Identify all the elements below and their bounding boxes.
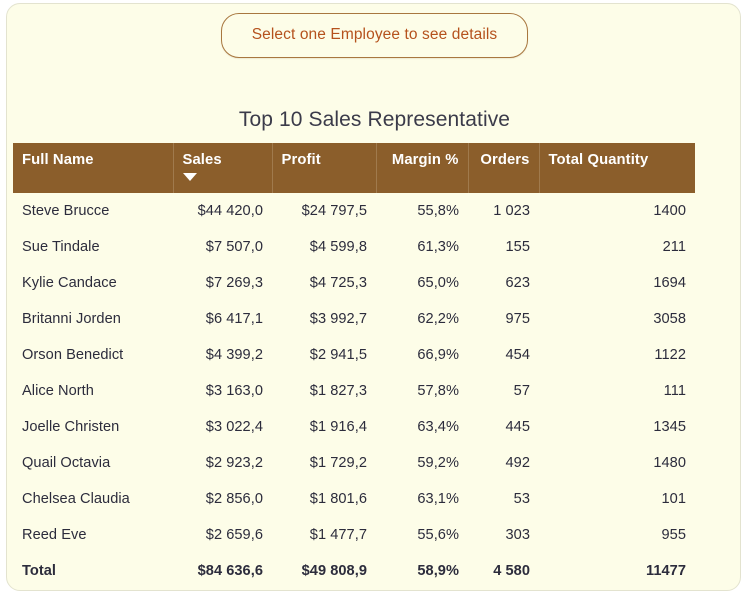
table-header: Full Name Sales Profit Margin % Orders T… xyxy=(13,143,695,193)
cell-full-name: Sue Tindale xyxy=(22,239,100,255)
page-title: Top 10 Sales Representative xyxy=(238,108,511,131)
cell-total-quantity: 101 xyxy=(661,491,686,507)
table-total-row[interactable]: Total $84 636,6 $49 808,9 58,9% 4 580 11477 xyxy=(13,553,695,589)
cell-sales: $2 923,2 xyxy=(205,455,263,471)
cell-margin: 62,2% xyxy=(417,311,459,327)
cell-total-quantity: 1480 xyxy=(653,455,686,471)
cell-sales: $3 163,0 xyxy=(205,383,263,399)
table-row[interactable]: Kylie Candace $7 269,3 $4 725,3 65,0% 623 169… xyxy=(13,265,695,301)
column-header-label: Margin % xyxy=(391,152,459,168)
cell-margin: 63,4% xyxy=(417,419,459,435)
table-row[interactable]: Britanni Jorden $6 417,1 $3 992,7 62,2% 975 3… xyxy=(13,301,695,337)
table-row[interactable]: Alice North $3 163,0 $1 827,3 57,8% 57 111 xyxy=(13,373,695,409)
cell-full-name: Chelsea Claudia xyxy=(22,491,130,507)
cell-margin: 63,1% xyxy=(417,491,459,507)
table-row[interactable]: Chelsea Claudia $2 856,0 $1 801,6 63,1% 53 10… xyxy=(13,481,695,517)
cell-orders: 492 xyxy=(505,455,530,471)
sort-descending-icon xyxy=(182,173,197,181)
table-row[interactable]: Joelle Christen $3 022,4 $1 916,4 63,4% 445 1… xyxy=(13,409,695,445)
column-header-label: Profit xyxy=(281,152,321,168)
cell-profit: $2 941,5 xyxy=(309,347,367,363)
cell-orders: 454 xyxy=(505,347,530,363)
column-header-label: Orders xyxy=(480,152,530,168)
cell-sales: $7 507,0 xyxy=(205,239,263,255)
cell-margin: 55,6% xyxy=(417,527,459,543)
cell-orders: 4 580 xyxy=(493,563,530,579)
cell-profit: $1 916,4 xyxy=(309,419,367,435)
cell-margin: 57,8% xyxy=(417,383,459,399)
cell-profit: $3 992,7 xyxy=(309,311,367,327)
cell-sales: $44 420,0 xyxy=(197,203,263,219)
column-header-label: Sales xyxy=(182,152,222,168)
column-header-label: Full Name xyxy=(22,152,94,168)
cell-margin: 65,0% xyxy=(417,275,459,291)
cell-profit: $1 801,6 xyxy=(309,491,367,507)
cell-margin: 61,3% xyxy=(417,239,459,255)
cell-orders: 303 xyxy=(505,527,530,543)
cell-total-quantity: 3058 xyxy=(653,311,686,327)
cell-total-quantity: 11477 xyxy=(645,563,686,579)
cell-full-name: Kylie Candace xyxy=(22,275,117,291)
table-row[interactable]: Quail Octavia $2 923,2 $1 729,2 59,2% 492 148… xyxy=(13,445,695,481)
sales-representative-table: Full Name Sales Profit Margin % Orders T… xyxy=(13,143,695,589)
cell-sales: $6 417,1 xyxy=(205,311,263,327)
cell-profit: $1 477,7 xyxy=(309,527,367,543)
table-row[interactable]: Reed Eve $2 659,6 $1 477,7 55,6% 303 955 xyxy=(13,517,695,553)
table-body: Steve Brucce $44 420,0 $24 797,5 55,8% 1 023… xyxy=(13,193,695,589)
column-header-margin-percent[interactable]: Margin % xyxy=(376,143,469,193)
cell-profit: $4 599,8 xyxy=(309,239,367,255)
cell-full-name: Reed Eve xyxy=(22,527,87,543)
cell-orders: 155 xyxy=(505,239,530,255)
cell-sales: $2 856,0 xyxy=(205,491,263,507)
cell-margin: 55,8% xyxy=(417,203,459,219)
column-header-orders[interactable]: Orders xyxy=(468,143,540,193)
cell-sales: $4 399,2 xyxy=(205,347,263,363)
prompt-container: Select one Employee to see details xyxy=(7,13,740,58)
cell-sales: $3 022,4 xyxy=(205,419,263,435)
table-header-row: Full Name Sales Profit Margin % Orders T… xyxy=(13,143,695,193)
cell-profit: $49 808,9 xyxy=(301,563,367,579)
table-row[interactable]: Sue Tindale $7 507,0 $4 599,8 61,3% 155 211 xyxy=(13,229,695,265)
cell-total-quantity: 111 xyxy=(663,383,686,399)
cell-margin: 59,2% xyxy=(417,455,459,471)
cell-sales: $7 269,3 xyxy=(205,275,263,291)
cell-orders: 53 xyxy=(513,491,530,507)
cell-profit: $1 729,2 xyxy=(309,455,367,471)
table-row[interactable]: Orson Benedict $4 399,2 $2 941,5 66,9% 454 11… xyxy=(13,337,695,373)
cell-full-name: Steve Brucce xyxy=(22,203,110,219)
cell-margin: 58,9% xyxy=(417,563,459,579)
cell-profit: $1 827,3 xyxy=(309,383,367,399)
cell-profit: $4 725,3 xyxy=(309,275,367,291)
column-header-sales[interactable]: Sales xyxy=(173,143,273,193)
cell-total-quantity: 1694 xyxy=(653,275,686,291)
cell-full-name: Quail Octavia xyxy=(22,455,111,471)
cell-orders: 445 xyxy=(505,419,530,435)
cell-sales: $84 636,6 xyxy=(197,563,263,579)
column-header-full-name[interactable]: Full Name xyxy=(13,143,174,193)
cell-orders: 57 xyxy=(513,383,530,399)
cell-full-name: Alice North xyxy=(22,383,94,399)
cell-total-quantity: 1400 xyxy=(653,203,686,219)
cell-profit: $24 797,5 xyxy=(301,203,367,219)
cell-orders: 623 xyxy=(505,275,530,291)
cell-total-quantity: 211 xyxy=(662,239,686,255)
cell-full-name: Britanni Jorden xyxy=(22,311,121,327)
table-row[interactable]: Steve Brucce $44 420,0 $24 797,5 55,8% 1 023… xyxy=(13,193,695,229)
cell-full-name: Total xyxy=(22,563,57,579)
cell-orders: 1 023 xyxy=(493,203,530,219)
cell-full-name: Orson Benedict xyxy=(22,347,124,363)
cell-total-quantity: 1345 xyxy=(653,419,686,435)
column-header-total-quantity[interactable]: Total Quantity xyxy=(539,143,695,193)
cell-total-quantity: 955 xyxy=(661,527,686,543)
cell-full-name: Joelle Christen xyxy=(22,419,120,435)
column-header-label: Total Quantity xyxy=(548,152,649,168)
column-header-profit[interactable]: Profit xyxy=(272,143,377,193)
cell-total-quantity: 1122 xyxy=(654,347,686,363)
cell-margin: 66,9% xyxy=(417,347,459,363)
select-employee-prompt-button[interactable]: Select one Employee to see details xyxy=(221,13,528,58)
visualization-card: Select one Employee to see details Top 1… xyxy=(6,3,741,591)
cell-sales: $2 659,6 xyxy=(205,527,263,543)
cell-orders: 975 xyxy=(505,311,530,327)
